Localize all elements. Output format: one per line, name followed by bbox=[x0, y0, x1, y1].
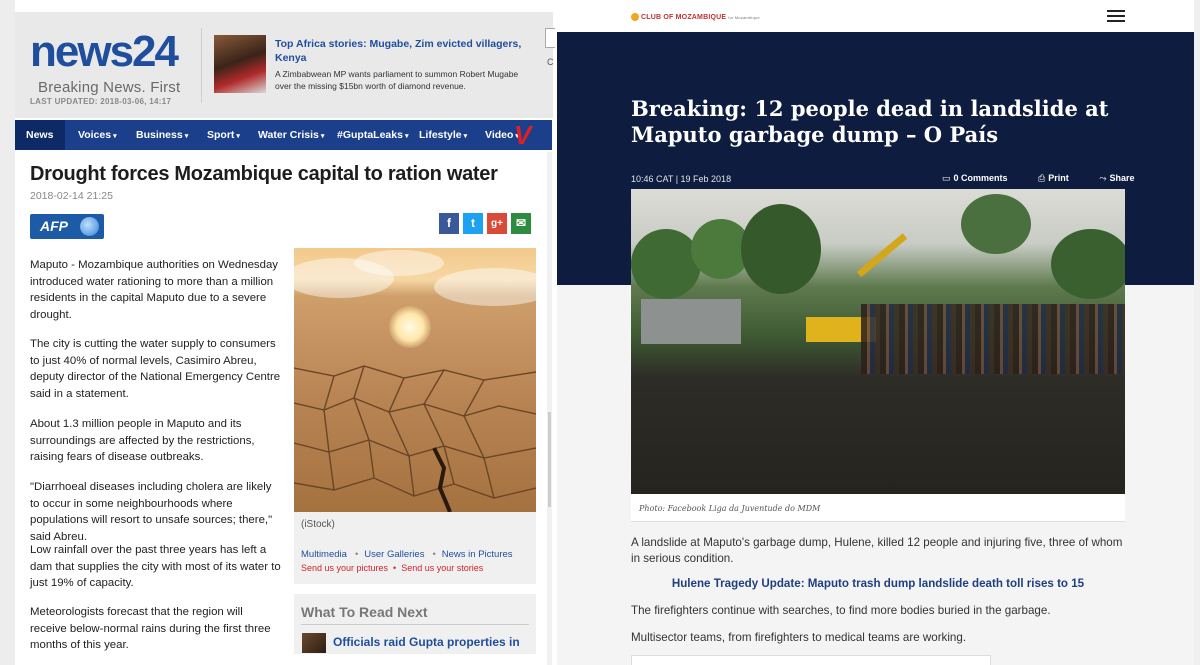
excavator-arm bbox=[856, 233, 908, 278]
top-story-thumbnail[interactable] bbox=[214, 35, 266, 93]
read-next-link[interactable]: Officials raid Gupta properties in bbox=[333, 635, 520, 649]
news24-logo[interactable]: news24 bbox=[30, 30, 179, 74]
article-paragraph: The firefighters continue with searches,… bbox=[631, 604, 1051, 617]
article-paragraph: Multisector teams, from firefighters to … bbox=[631, 631, 967, 644]
article-date: 2018-02-14 21:25 bbox=[30, 190, 113, 202]
house-graphic bbox=[641, 299, 741, 344]
top-story-title[interactable]: Top Africa stories: Mugabe, Zim evicted … bbox=[275, 37, 525, 65]
nav-item-water-crisis[interactable]: Water Crisis ▾ bbox=[258, 120, 324, 150]
article-paragraph: Maputo - Mozambique authorities on Wedne… bbox=[30, 259, 278, 321]
afp-logo: AFP bbox=[30, 214, 104, 239]
main-nav: News Voices ▾ Business ▾ Sport ▾ Water Cris… bbox=[15, 120, 552, 150]
news24-window: news24 Breaking News. First LAST UPDATED… bbox=[0, 0, 557, 665]
divider bbox=[301, 624, 529, 625]
image-credit: (iStock) bbox=[301, 519, 335, 530]
header-divider bbox=[201, 28, 202, 103]
email-share-icon[interactable]: ✉ bbox=[511, 213, 531, 234]
comment-box[interactable] bbox=[631, 655, 991, 665]
article-meta: 10:46 CAT | 19 Feb 2018 bbox=[631, 174, 732, 184]
side-letter: C bbox=[547, 57, 554, 67]
send-pictures-link[interactable]: Send us your pictures bbox=[301, 563, 388, 573]
nav-item-voices[interactable]: Voices ▾ bbox=[78, 120, 117, 150]
article-paragraph: A landslide at Maputo's garbage dump, Hu… bbox=[631, 536, 1123, 565]
facebook-share-icon[interactable]: f bbox=[439, 213, 459, 234]
tagline: Breaking News. First bbox=[38, 79, 181, 96]
sun-icon bbox=[389, 306, 431, 348]
multimedia-link[interactable]: Multimedia bbox=[301, 549, 347, 560]
print-button[interactable]: ⎙ Print bbox=[1038, 173, 1083, 183]
related-article-link[interactable]: Hulene Tragedy Update: Maputo trash dump… bbox=[631, 577, 1125, 590]
last-updated: LAST UPDATED: 2018-03-06, 14:17 bbox=[30, 97, 172, 106]
article-title: Breaking: 12 people dead in landslide at… bbox=[631, 96, 1109, 147]
drought-image[interactable] bbox=[294, 248, 536, 512]
news-in-pictures-link[interactable]: News in Pictures bbox=[442, 549, 513, 560]
comment-icon: ▭ bbox=[942, 173, 951, 183]
scrollbar-thumb[interactable] bbox=[548, 412, 551, 507]
top-story-description: A Zimbabwean MP wants parliament to summ… bbox=[275, 69, 519, 91]
nav-item-sport[interactable]: Sport ▾ bbox=[207, 120, 240, 150]
hamburger-menu-icon[interactable] bbox=[1107, 10, 1125, 22]
right-scrollbar[interactable] bbox=[1194, 0, 1200, 665]
left-scrollbar[interactable] bbox=[547, 152, 552, 665]
globe-icon bbox=[80, 217, 99, 236]
what-to-read-next-title: What To Read Next bbox=[301, 604, 428, 620]
comments-button[interactable]: ▭ 0 Comments bbox=[942, 173, 1022, 183]
nav-item-guptaleaks[interactable]: #GuptaLeaks ▾ bbox=[337, 120, 408, 150]
article-paragraph: The city is cutting the water supply to … bbox=[30, 338, 281, 400]
cracked-earth-graphic bbox=[294, 365, 536, 512]
clubofmozambique-window: CLUB OF MOZAMBIQUE for Mozambique Breakin… bbox=[557, 0, 1200, 665]
twitter-share-icon[interactable]: t bbox=[463, 213, 483, 234]
media-links: Multimedia • User Galleries • News in Pictur… bbox=[301, 549, 513, 560]
share-button[interactable]: ⤳ Share bbox=[1099, 173, 1148, 183]
nav-item-lifestyle[interactable]: Lifestyle ▾ bbox=[419, 120, 467, 150]
user-galleries-link[interactable]: User Galleries bbox=[364, 549, 424, 560]
photo-caption: Photo: Facebook Liga da Juventude do MDM bbox=[639, 504, 821, 513]
logo-mark-icon bbox=[631, 13, 639, 21]
nav-item-business[interactable]: Business ▾ bbox=[136, 120, 188, 150]
share-icon: ⤳ bbox=[1099, 173, 1107, 183]
article-paragraph: About 1.3 million people in Maputo and i… bbox=[30, 418, 255, 463]
club-of-mozambique-logo[interactable]: CLUB OF MOZAMBIQUE for Mozambique bbox=[631, 13, 760, 21]
article-paragraph: Meteorologists forecast that the region … bbox=[30, 606, 271, 651]
print-icon: ⎙ bbox=[1038, 173, 1046, 183]
side-input[interactable] bbox=[545, 28, 555, 48]
nav-item-news[interactable]: News bbox=[15, 120, 66, 150]
article-paragraph: "Diarrhoeal diseases including cholera a… bbox=[30, 481, 273, 543]
landslide-photo[interactable] bbox=[631, 189, 1125, 494]
video-logo-icon[interactable]: V bbox=[514, 121, 531, 149]
send-stories-link[interactable]: Send us your stories bbox=[401, 563, 483, 573]
googleplus-share-icon[interactable]: g+ bbox=[487, 213, 507, 234]
crowd-graphic bbox=[861, 304, 1125, 374]
read-next-thumbnail[interactable] bbox=[302, 633, 326, 653]
left-gutter bbox=[0, 0, 15, 665]
send-links: Send us your pictures • Send us your sto… bbox=[301, 563, 484, 573]
article-paragraph: Low rainfall over the past three years h… bbox=[30, 544, 281, 589]
article-headline: Drought forces Mozambique capital to rat… bbox=[30, 163, 498, 185]
article-actions: ▭ 0 Comments ⎙ Print ⤳ Share bbox=[942, 173, 1163, 184]
